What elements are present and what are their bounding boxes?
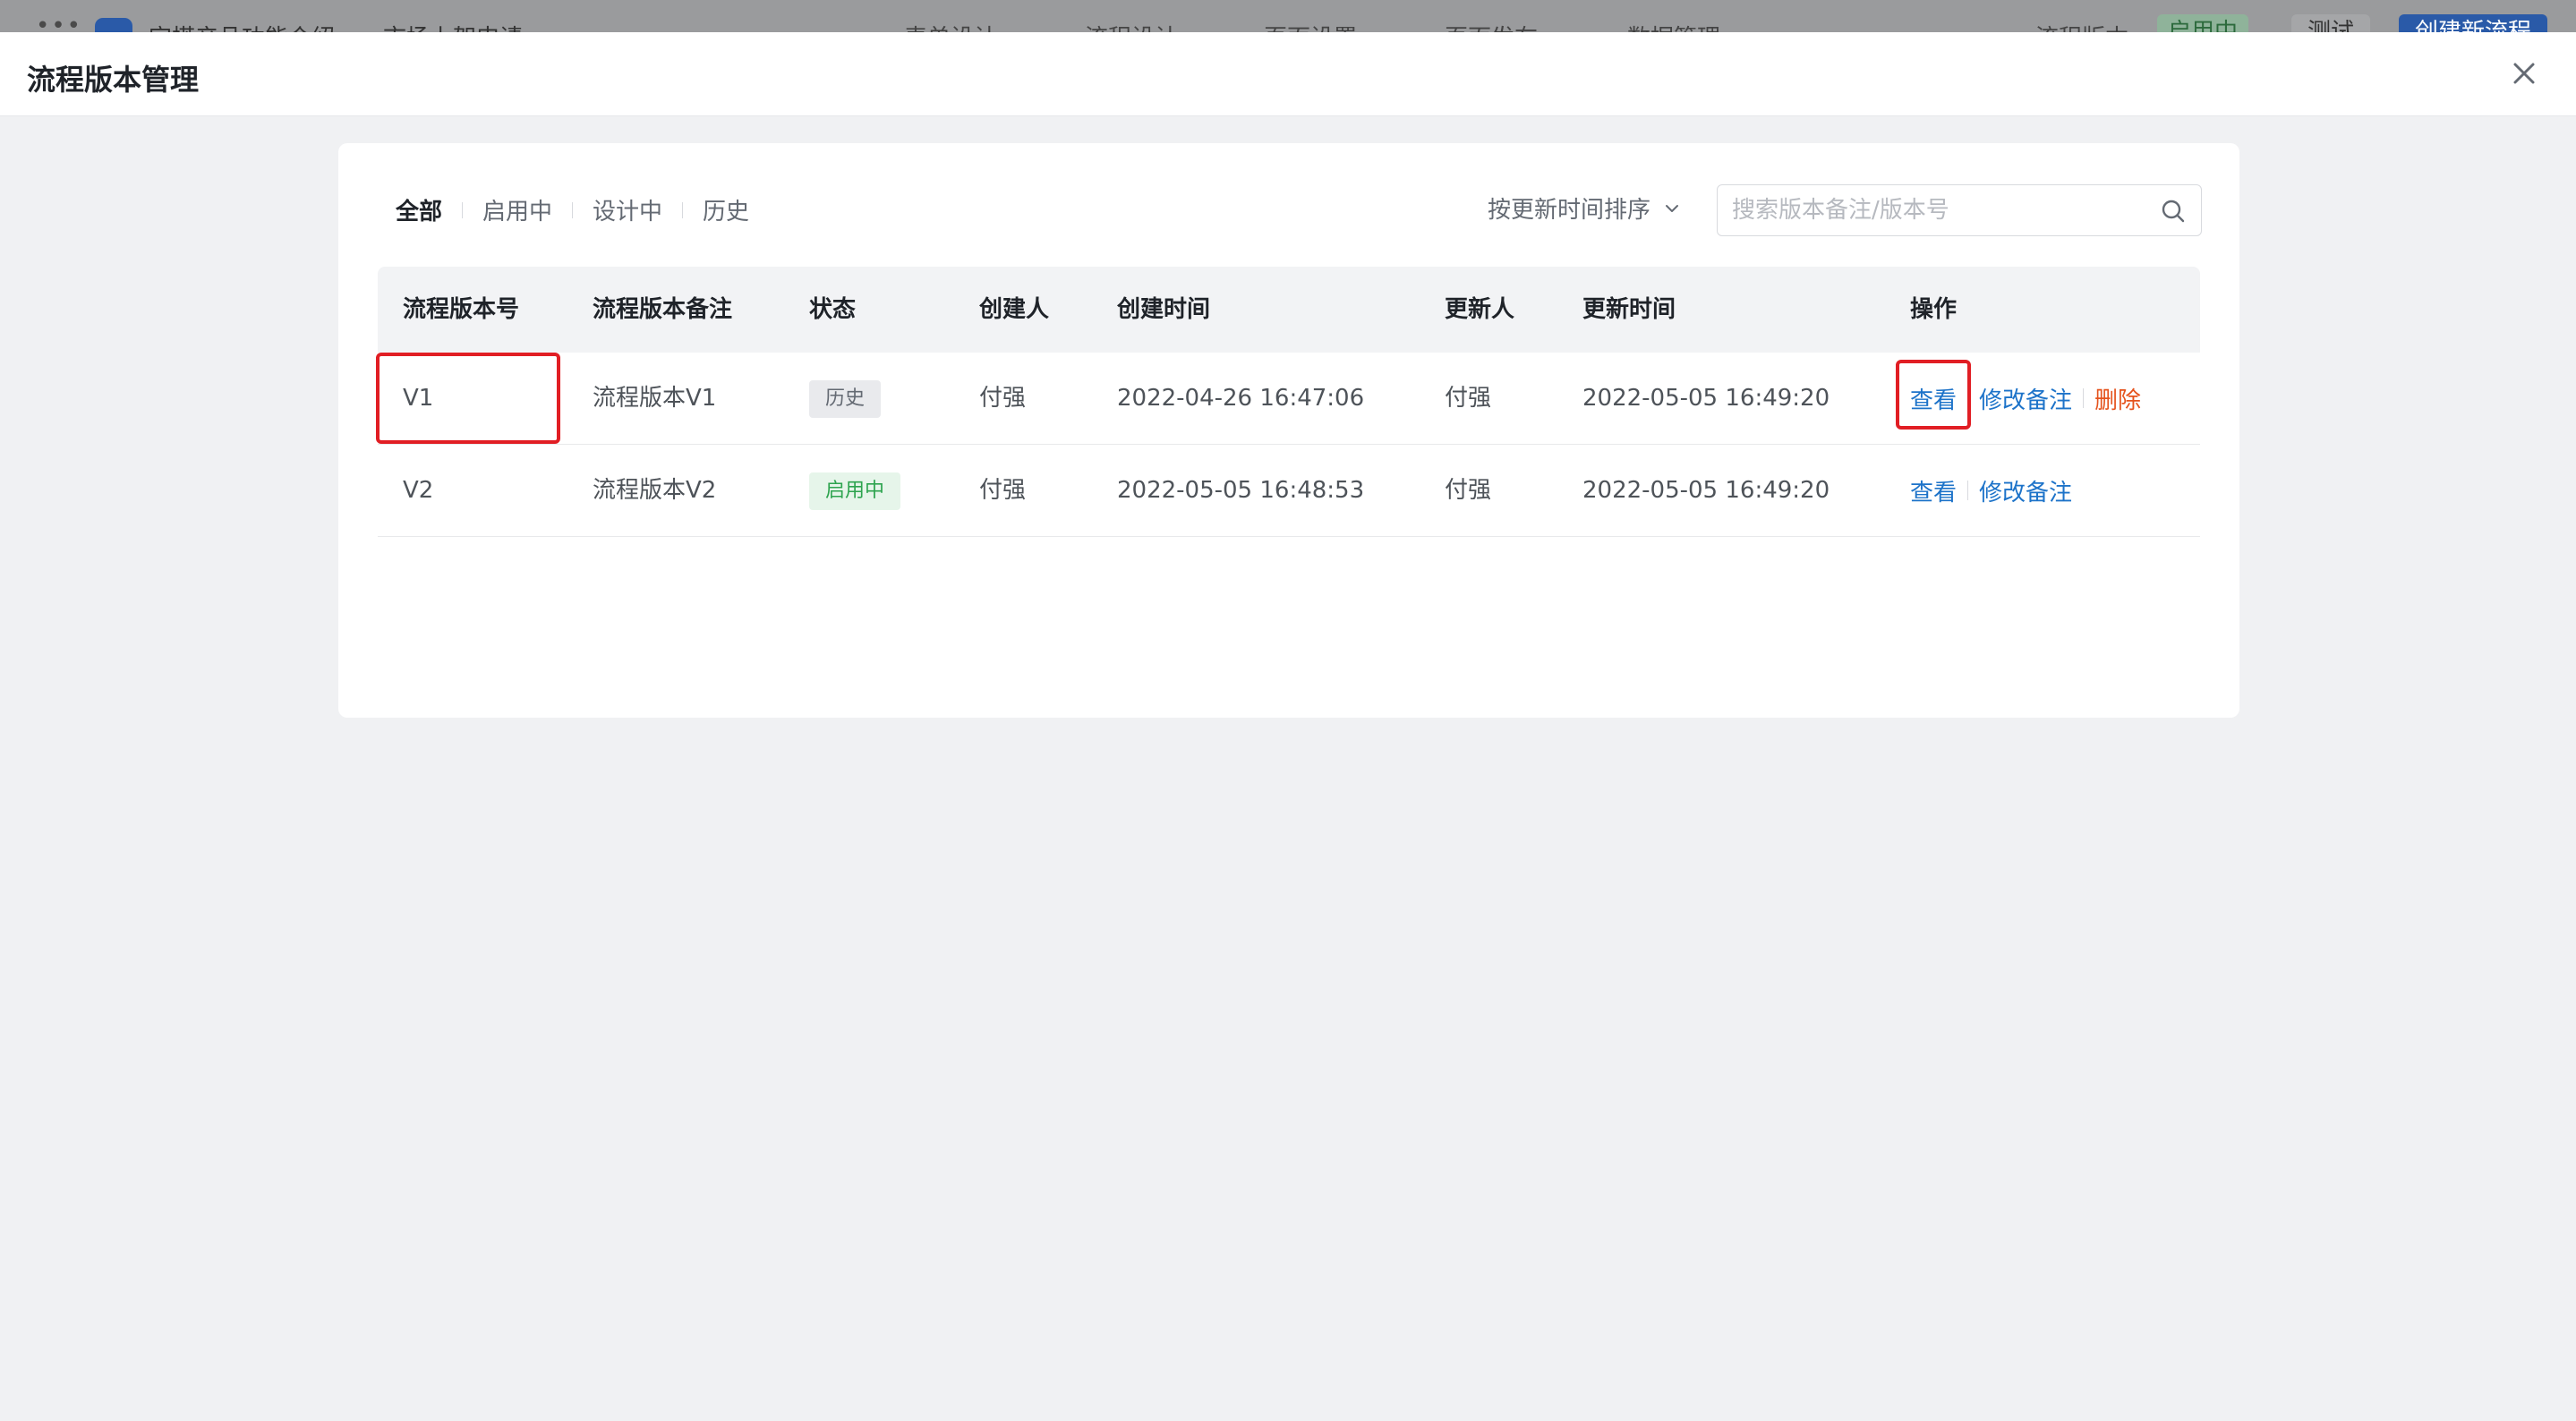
cell-note: 流程版本V1 (593, 385, 717, 412)
action-divider (1967, 481, 1969, 500)
version-status-badge: 启用中 (2157, 14, 2249, 32)
modal-header: 流程版本管理 (0, 32, 2576, 116)
tab-divider (682, 201, 684, 218)
tab-history[interactable]: 历史 (703, 193, 749, 226)
version-table: 流程版本号 流程版本备注 状态 创建人 创建时间 更新人 更新时间 操作 V1 … (378, 267, 2200, 537)
create-flow-button: 创建新流程 (2399, 14, 2548, 32)
cell-version: V2 (403, 477, 434, 504)
version-label: 流程版本 (2035, 20, 2128, 32)
background-app-bar: ••• 宜搭产品功能介绍 市场上架申请 表单设计 流程设计 页面设置 页面发布 … (0, 0, 2576, 32)
nav-flow-design: 流程设计 (1085, 20, 1178, 32)
cell-created-at: 2022-05-05 16:48:53 (1117, 477, 1365, 504)
nav-data-manage: 数据管理 (1627, 20, 1720, 32)
delete-link[interactable]: 删除 (2094, 382, 2141, 415)
close-icon (2513, 63, 2535, 84)
action-divider (1967, 388, 1969, 408)
row-actions: 查看 修改备注 (1910, 445, 2072, 536)
chevron-down-icon (1666, 204, 1679, 212)
search-icon[interactable] (2160, 198, 2187, 225)
tab-all[interactable]: 全部 (396, 193, 442, 226)
search-box (1717, 184, 2202, 236)
row-actions: 查看 修改备注 删除 (1910, 353, 2141, 444)
col-updater: 更新人 (1445, 296, 1515, 323)
close-button[interactable] (2506, 55, 2542, 91)
modal-title: 流程版本管理 (27, 63, 200, 97)
cell-updater: 付强 (1445, 385, 1492, 412)
cell-updated-at: 2022-05-05 16:49:20 (1582, 477, 1830, 504)
table-header: 流程版本号 流程版本备注 状态 创建人 创建时间 更新人 更新时间 操作 (378, 267, 2200, 353)
app-menu-icon: ••• (36, 13, 83, 32)
cell-version: V1 (403, 385, 434, 412)
table-row: V2 流程版本V2 启用中 付强 2022-05-05 16:48:53 付强 … (378, 445, 2200, 537)
tab-divider (462, 201, 464, 218)
app-name: 宜搭产品功能介绍 (149, 20, 335, 32)
nav-form-design: 表单设计 (904, 20, 997, 32)
status-filter-tabs: 全部 启用中 设计中 历史 (396, 193, 749, 226)
col-version: 流程版本号 (403, 296, 520, 323)
col-status: 状态 (809, 296, 857, 323)
edit-note-link[interactable]: 修改备注 (1979, 382, 2072, 415)
search-input[interactable] (1732, 185, 2144, 235)
sort-dropdown[interactable]: 按更新时间排序 (1488, 191, 1681, 225)
table-row: V1 流程版本V1 历史 付强 2022-04-26 16:47:06 付强 2… (378, 353, 2200, 445)
col-note: 流程版本备注 (593, 296, 733, 323)
status-badge: 历史 (809, 380, 882, 418)
tab-divider (572, 201, 574, 218)
cell-note: 流程版本V2 (593, 477, 717, 504)
view-link[interactable]: 查看 (1910, 382, 1957, 415)
nav-page-publish: 页面发布 (1445, 20, 1538, 32)
version-list-card: 全部 启用中 设计中 历史 按更新时间排序 流程版本号 流程版本备注 状态 创建… (338, 143, 2239, 718)
cell-creator: 付强 (979, 385, 1027, 412)
col-actions: 操作 (1910, 296, 1958, 323)
edit-note-link[interactable]: 修改备注 (1979, 474, 2072, 507)
col-updated-at: 更新时间 (1582, 296, 1676, 323)
tab-designing[interactable]: 设计中 (593, 193, 662, 226)
cell-updated-at: 2022-05-05 16:49:20 (1582, 385, 1830, 412)
app-logo-icon (95, 18, 132, 32)
cell-updater: 付强 (1445, 477, 1492, 504)
col-created-at: 创建时间 (1117, 296, 1211, 323)
form-name: 市场上架申请 (383, 20, 523, 32)
cell-created-at: 2022-04-26 16:47:06 (1117, 385, 1365, 412)
sort-label: 按更新时间排序 (1488, 197, 1651, 224)
col-creator: 创建人 (979, 296, 1050, 323)
test-button: 测试 (2291, 14, 2371, 32)
cell-creator: 付强 (979, 477, 1027, 504)
tab-enabled[interactable]: 启用中 (482, 193, 552, 226)
status-badge: 启用中 (809, 472, 901, 510)
nav-page-settings: 页面设置 (1264, 20, 1357, 32)
view-link[interactable]: 查看 (1910, 474, 1957, 507)
action-divider (2083, 388, 2085, 408)
